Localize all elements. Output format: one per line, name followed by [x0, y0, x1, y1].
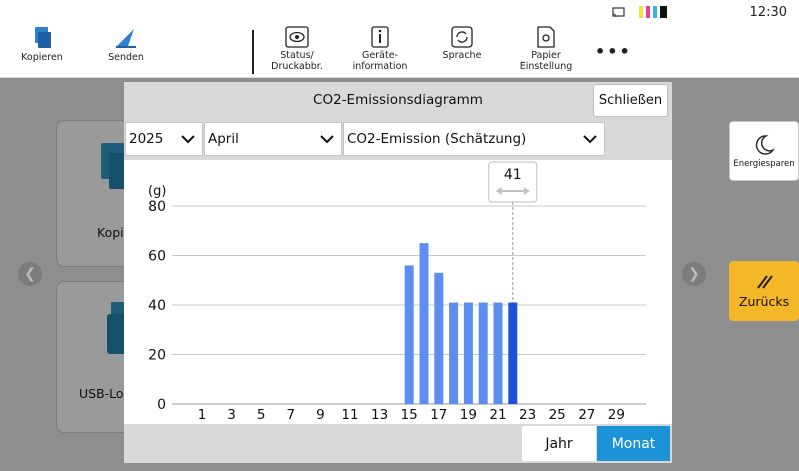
energy-saver-label: Energiesparen [733, 158, 795, 169]
bar-day-16 [419, 243, 429, 404]
back-button[interactable]: Zurücks [729, 261, 799, 321]
home-tile-usb-label: USB-Lo [79, 386, 124, 401]
cast-icon [612, 6, 625, 17]
chevron-down-icon [583, 135, 597, 144]
x-tick-label: 29 [608, 407, 625, 423]
tab-year[interactable]: Jahr [522, 426, 596, 461]
chevron-right-icon: ❯ [688, 266, 700, 282]
toner-levels-icon [639, 6, 667, 18]
x-tick-label: 27 [578, 407, 595, 423]
x-tick-label: 9 [316, 407, 325, 423]
x-tick-label: 15 [401, 407, 418, 423]
y-tick-label: 80 [148, 199, 166, 215]
toolbar-language-label: Sprache [442, 50, 482, 61]
toolbar-copy[interactable]: Kopieren [2, 26, 82, 76]
dialog-title: CO2-Emissionsdiagramm [313, 92, 483, 108]
bar-day-22 [508, 302, 518, 404]
toolbar-status[interactable]: Status/ Druckabbr. [257, 26, 337, 76]
home-tile-copy-label: Kopi [97, 225, 124, 240]
close-button[interactable]: Schließen [593, 84, 668, 117]
y-axis-label: (g) [148, 184, 166, 199]
bar-day-19 [463, 302, 473, 404]
x-tick-label: 7 [287, 407, 296, 423]
status-icons [612, 6, 671, 18]
dialog-header: CO2-Emissionsdiagramm Schließen [124, 82, 672, 120]
page-prev-button[interactable]: ❮ [18, 262, 42, 286]
status-bar: 12:30 [0, 0, 799, 24]
month-select-value: April [208, 131, 239, 147]
send-icon [116, 29, 136, 48]
clock: 12:30 [749, 5, 787, 20]
toolbar-divider [252, 30, 254, 74]
page-next-button[interactable]: ❯ [682, 262, 706, 286]
back-button-label: Zurücks [738, 293, 790, 309]
paper-settings-icon [537, 26, 555, 48]
energy-saver-button[interactable]: Energiesparen [729, 121, 799, 181]
toolbar-status-label: Status/ Druckabbr. [271, 50, 323, 72]
toolbar-copy-label: Kopieren [21, 52, 63, 63]
x-tick-label: 21 [489, 407, 506, 423]
info-icon [371, 26, 389, 48]
tab-month[interactable]: Monat [597, 426, 670, 461]
bar-day-20 [478, 302, 488, 404]
chevron-down-icon [320, 135, 334, 144]
co2-bar-chart: 020406080(g)1 3 5 7 9 11 13 15 17 19 21 23 25 27 2941 [148, 161, 646, 423]
toolbar-device-info-label: Geräte- information [352, 50, 408, 72]
year-select[interactable]: 2025 [125, 122, 203, 156]
reset-slash-icon [757, 274, 773, 289]
month-select[interactable]: April [204, 122, 342, 156]
bar-day-18 [449, 302, 459, 404]
top-toolbar: Kopieren Senden Status/ Druckabbr. Gerät… [0, 24, 799, 78]
y-tick-label: 40 [148, 298, 166, 314]
x-tick-label: 23 [519, 407, 536, 423]
toolbar-send[interactable]: Senden [86, 26, 166, 76]
bar-day-15 [404, 265, 414, 404]
toolbar-send-label: Senden [108, 52, 144, 63]
y-tick-label: 60 [148, 249, 166, 265]
cursor-value: 41 [504, 167, 522, 183]
x-tick-label: 25 [549, 407, 566, 423]
chevron-down-icon [181, 135, 195, 144]
copy-icon [35, 27, 51, 48]
x-tick-label: 11 [341, 407, 358, 423]
y-tick-label: 20 [148, 348, 166, 364]
toolbar-device-info[interactable]: Geräte- information [340, 26, 420, 76]
moon-icon [755, 134, 775, 155]
co2-chart: 0 20 40 60 80 (g) 1 3 5 7 9 11 13 15 17 19 21 23 25 27 29 41 [124, 160, 672, 424]
more-menu-button[interactable]: ••• [595, 42, 632, 61]
y-tick-label: 0 [157, 397, 166, 413]
language-icon [451, 26, 473, 48]
year-select-value: 2025 [129, 131, 164, 147]
toolbar-paper-settings[interactable]: Papier Einstellung [506, 26, 586, 76]
x-tick-label: 13 [371, 407, 388, 423]
type-select-value: CO2-Emission (Schätzung) [347, 131, 527, 147]
x-tick-label: 17 [430, 407, 447, 423]
x-tick-label: 5 [257, 407, 266, 423]
x-tick-label: 19 [460, 407, 477, 423]
bar-day-17 [434, 272, 444, 404]
toolbar-language[interactable]: Sprache [422, 26, 502, 76]
screen: 12:30 Kopieren Senden Status/ Druckabbr.… [0, 0, 799, 471]
toolbar-paper-settings-label: Papier Einstellung [519, 50, 573, 72]
x-tick-label: 3 [227, 407, 236, 423]
type-select[interactable]: CO2-Emission (Schätzung) [343, 122, 605, 156]
x-tick-label: 1 [198, 407, 207, 423]
chevron-left-icon: ❮ [24, 266, 36, 282]
eye-icon [285, 26, 309, 48]
co2-dialog: CO2-Emissionsdiagramm Schließen 2025 Apr… [124, 82, 672, 463]
bar-day-21 [493, 302, 503, 404]
